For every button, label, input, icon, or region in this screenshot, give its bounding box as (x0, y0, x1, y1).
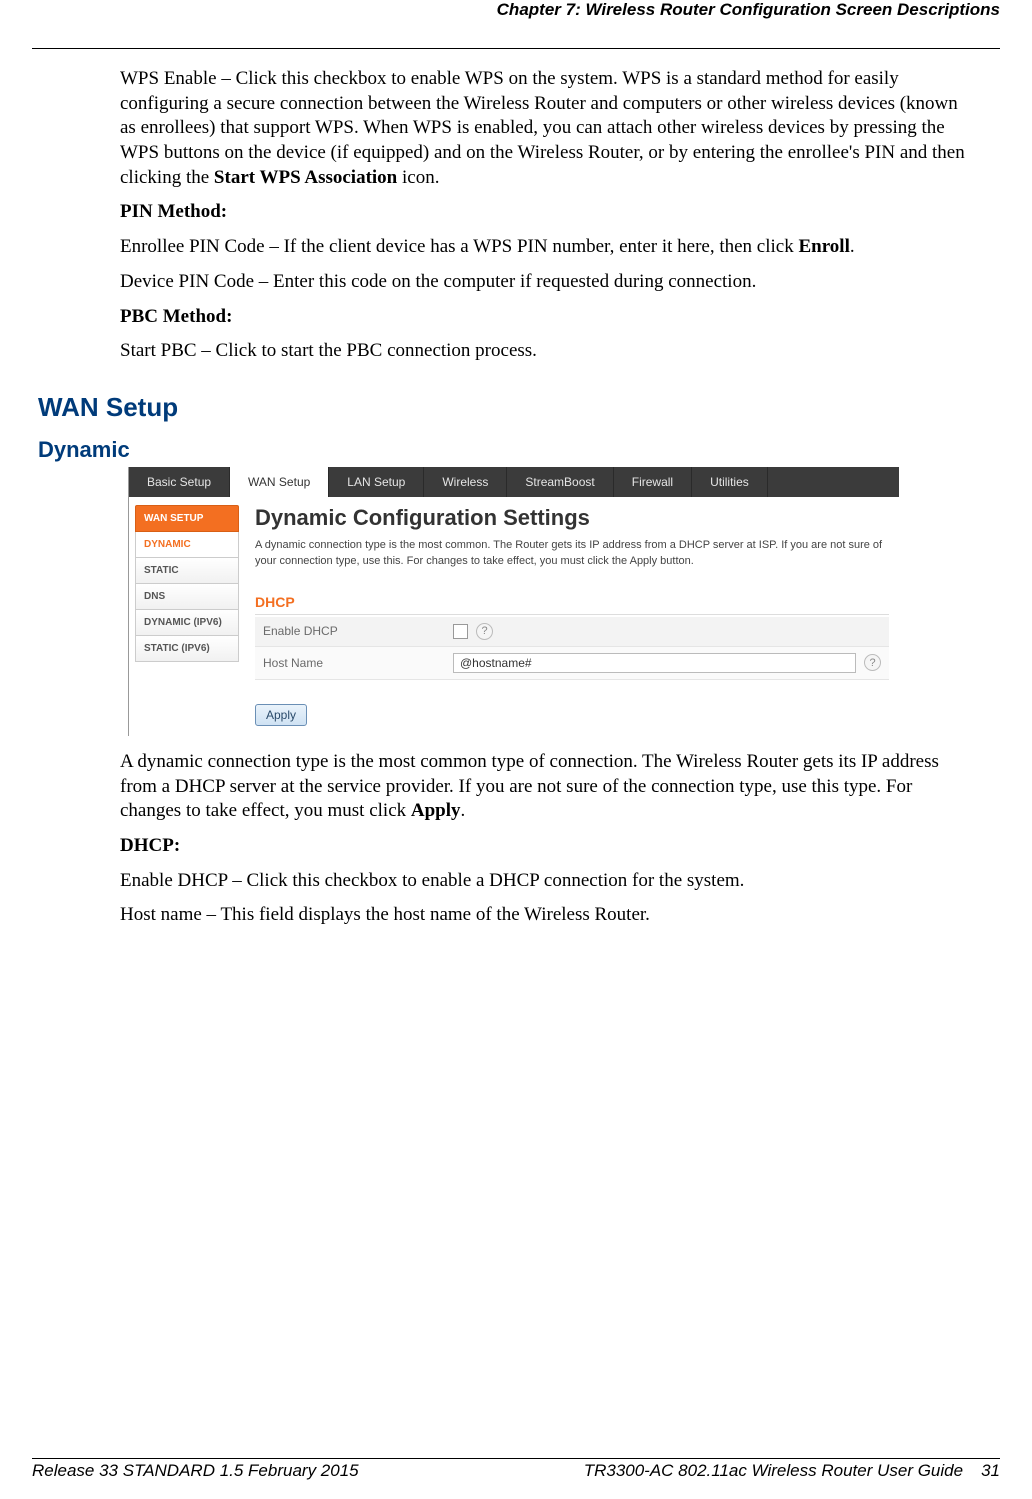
bold-start-wps: Start WPS Association (214, 167, 397, 188)
tab-streamboost[interactable]: StreamBoost (507, 467, 613, 497)
paragraph-wps-enable: WPS Enable – Click this checkbox to enab… (120, 67, 970, 190)
paragraph-enrollee-pin: Enrollee PIN Code – If the client device… (120, 235, 970, 260)
footer: Release 33 STANDARD 1.5 February 2015 TR… (32, 1458, 1000, 1481)
dhcp-heading: DHCP (255, 594, 889, 615)
section-wan-setup: WAN Setup (38, 392, 970, 423)
tab-lan-setup[interactable]: LAN Setup (329, 467, 424, 497)
input-host-name[interactable] (453, 653, 856, 673)
help-icon[interactable]: ? (864, 654, 881, 671)
paragraph-host-name: Host name – This field displays the host… (120, 903, 970, 928)
bold-enroll: Enroll (798, 236, 849, 257)
chapter-header: Chapter 7: Wireless Router Configuration… (32, 0, 1000, 20)
text: . (461, 800, 466, 821)
sidebar: WAN SETUP DYNAMIC STATIC DNS DYNAMIC (IP… (129, 497, 245, 736)
paragraph-dynamic-desc: A dynamic connection type is the most co… (120, 750, 970, 824)
sidebar-item-static-ipv6[interactable]: STATIC (IPV6) (135, 636, 239, 662)
paragraph-start-pbc: Start PBC – Click to start the PBC conne… (120, 339, 970, 364)
sidebar-item-dns[interactable]: DNS (135, 584, 239, 610)
tab-bar-fill (768, 467, 899, 497)
checkbox-enable-dhcp[interactable] (453, 624, 468, 639)
tab-basic-setup[interactable]: Basic Setup (129, 467, 230, 497)
page-number: 31 (981, 1461, 1000, 1481)
text: . (850, 236, 855, 257)
tab-firewall[interactable]: Firewall (614, 467, 692, 497)
subsection-dynamic: Dynamic (38, 437, 970, 463)
sidebar-item-dynamic[interactable]: DYNAMIC (135, 532, 239, 558)
footer-title: TR3300-AC 802.11ac Wireless Router User … (584, 1461, 963, 1481)
text: icon. (397, 167, 439, 188)
tab-wan-setup[interactable]: WAN Setup (230, 467, 329, 497)
heading-dhcp: DHCP: (120, 834, 970, 859)
text: A dynamic connection type is the most co… (120, 751, 939, 821)
page-title: Dynamic Configuration Settings (255, 505, 889, 531)
tab-wireless[interactable]: Wireless (424, 467, 507, 497)
text: Enrollee PIN Code – If the client device… (120, 236, 798, 257)
heading-pin-method: PIN Method: (120, 200, 970, 225)
sidebar-item-static[interactable]: STATIC (135, 558, 239, 584)
footer-rule (32, 1458, 1000, 1459)
paragraph-enable-dhcp: Enable DHCP – Click this checkbox to ena… (120, 869, 970, 894)
apply-button[interactable]: Apply (255, 704, 307, 726)
tab-bar: Basic Setup WAN Setup LAN Setup Wireless… (129, 467, 899, 497)
bold-apply: Apply (411, 800, 461, 821)
row-host-name: Host Name ? (255, 647, 889, 680)
label-host-name: Host Name (263, 656, 453, 670)
help-icon[interactable]: ? (476, 623, 493, 640)
sidebar-title: WAN SETUP (135, 505, 239, 532)
screenshot-dynamic-config: Basic Setup WAN Setup LAN Setup Wireless… (128, 467, 899, 736)
footer-left: Release 33 STANDARD 1.5 February 2015 (32, 1461, 359, 1481)
intro-text: A dynamic connection type is the most co… (255, 537, 889, 570)
row-enable-dhcp: Enable DHCP ? (255, 617, 889, 647)
paragraph-device-pin: Device PIN Code – Enter this code on the… (120, 270, 970, 295)
label-enable-dhcp: Enable DHCP (263, 624, 453, 638)
tab-utilities[interactable]: Utilities (692, 467, 768, 497)
main-panel: Dynamic Configuration Settings A dynamic… (245, 497, 899, 736)
content: WPS Enable – Click this checkbox to enab… (32, 49, 1000, 928)
sidebar-item-dynamic-ipv6[interactable]: DYNAMIC (IPV6) (135, 610, 239, 636)
heading-pbc-method: PBC Method: (120, 305, 970, 330)
